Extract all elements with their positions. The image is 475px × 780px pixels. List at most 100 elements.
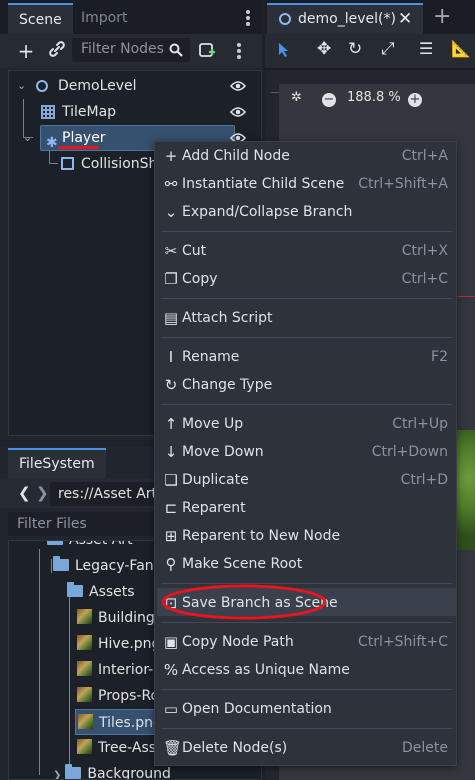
menu-separator [161, 689, 452, 690]
menu-item-shortcut: Ctrl+Shift+A [358, 176, 448, 192]
forward-icon[interactable]: ❯ [36, 484, 49, 502]
menu-item-access-as-unique-name[interactable]: % Access as Unique Name [155, 656, 458, 684]
filter-nodes-input[interactable]: Filter Nodes [72, 38, 190, 62]
tree-item-demolevel[interactable]: ⌄ DemoLevel [17, 73, 257, 99]
close-icon[interactable]: ✕ [398, 8, 412, 30]
add-tab-icon[interactable]: + [433, 4, 451, 29]
refresh-icon: ↻ [164, 376, 178, 394]
menu-item-label: Change Type [182, 377, 273, 393]
menu-item-copy-node-path[interactable]: ▣ Copy Node Path Ctrl+Shift+C [155, 628, 458, 656]
tree-item-label: TileMap [62, 104, 117, 120]
menu-item-label: Move Down [182, 444, 264, 460]
menu-item-move-up[interactable]: ↑ Move Up Ctrl+Up [155, 410, 458, 438]
menu-item-open-documentation[interactable]: ▭ Open Documentation [155, 695, 458, 723]
node2d-icon [36, 80, 48, 92]
search-icon [169, 43, 183, 57]
zoom-level[interactable]: 188.8 % [347, 90, 401, 105]
menu-item-delete-node-s[interactable]: 🗑 Delete Node(s) Delete [155, 734, 458, 762]
menu-item-label: Rename [182, 349, 240, 365]
doc-icon: ▭ [163, 700, 179, 718]
fs-folder-item[interactable]: Legacy-Fant [53, 553, 159, 579]
menu-item-attach-script[interactable]: ▤ Attach Script [155, 304, 458, 332]
tab-filesystem[interactable]: FileSystem [8, 448, 106, 478]
fs-file-item[interactable]: Tree-Ass [77, 735, 156, 761]
menu-item-label: Open Documentation [182, 701, 332, 717]
fs-file-item[interactable]: Hive.png [77, 631, 160, 657]
rotate-tool-icon[interactable]: ↻ [348, 39, 362, 59]
menu-item-change-type[interactable]: ↻ Change Type [155, 371, 458, 399]
fs-item-label: Assets [89, 584, 135, 600]
menu-item-label: Attach Script [182, 310, 273, 326]
chevron-down-icon[interactable]: ⌄ [17, 73, 26, 99]
menu-item-label: Cut [182, 243, 207, 259]
menu-item-shortcut: Ctrl+A [401, 148, 448, 164]
fs-item-label: Props-Ro [98, 688, 160, 704]
visibility-eye-icon[interactable] [230, 80, 246, 92]
dock-menu-icon[interactable] [246, 10, 250, 26]
fs-file-item[interactable]: Interior-C [77, 657, 163, 683]
list-tool-icon[interactable]: ☰ [419, 39, 433, 58]
image-file-icon [78, 714, 93, 729]
menu-item-add-child-node[interactable]: + Add Child Node Ctrl+A [155, 142, 458, 170]
menu-item-expand-collapse-branch[interactable]: ⌄ Expand/Collapse Branch [155, 198, 458, 226]
tab-demo-level[interactable]: demo_level(*) ✕ [267, 3, 423, 34]
menu-item-rename[interactable]: I Rename F2 [155, 343, 458, 371]
image-file-icon [77, 635, 92, 650]
chevron-right-icon[interactable]: ❯ [53, 770, 61, 779]
tab-import[interactable]: Import [70, 3, 138, 34]
menu-item-shortcut: Ctrl+X [401, 243, 448, 259]
menu-item-copy[interactable]: ❐ Copy Ctrl+C [155, 265, 458, 293]
menu-separator [161, 337, 452, 338]
menu-separator [161, 728, 452, 729]
add-node-icon[interactable]: + [15, 40, 37, 62]
foliage-graphic [457, 430, 475, 550]
chevron-down-icon[interactable]: ⌄ [23, 125, 32, 151]
fs-folder-item[interactable]: Assets [67, 579, 135, 605]
menu-item-label: Reparent to New Node [182, 528, 341, 544]
tree-item-tilemap[interactable]: TileMap [17, 99, 257, 125]
image-file-icon [77, 609, 92, 624]
select-tool-icon[interactable] [277, 42, 291, 58]
arrow-down-icon: ↓ [164, 443, 178, 461]
reparent-icon: ⊏ [164, 499, 178, 517]
instance-scene-icon[interactable] [196, 40, 218, 62]
menu-item-shortcut: Ctrl+C [401, 271, 448, 287]
menu-item-reparent-to-new-node[interactable]: ⊞ Reparent to New Node [155, 522, 458, 550]
scene-menu-icon[interactable] [237, 43, 241, 59]
menu-item-label: Reparent [182, 500, 246, 516]
script-add-icon: ▤ [163, 309, 179, 327]
rename-icon: I [168, 348, 174, 366]
menu-item-label: Instantiate Child Scene [182, 176, 345, 192]
godot-editor: Scene Import + Filter Nodes ⌄ DemoLevel … [0, 0, 475, 780]
menu-item-move-down[interactable]: ↓ Move Down Ctrl+Down [155, 438, 458, 466]
link-icon[interactable] [46, 40, 68, 62]
scene-dock-tabbar: Scene Import [0, 0, 262, 34]
menu-item-reparent[interactable]: ⊏ Reparent [155, 494, 458, 522]
tab-scene[interactable]: Scene [8, 3, 73, 34]
menu-item-label: Delete Node(s) [182, 740, 288, 756]
menu-item-cut[interactable]: ✂ Cut Ctrl+X [155, 237, 458, 265]
fs-file-item[interactable]: Buildings [77, 605, 162, 631]
ruler-tool-icon[interactable]: 📐 [451, 39, 471, 58]
menu-item-make-scene-root[interactable]: ⚲ Make Scene Root [155, 550, 458, 578]
move-tool-icon[interactable]: ✥ [317, 39, 331, 59]
fs-folder-item[interactable]: Asset Art [47, 541, 133, 553]
image-file-icon [77, 687, 92, 702]
menu-item-duplicate[interactable]: ❏ Duplicate Ctrl+D [155, 466, 458, 494]
reparent-new-icon: ⊞ [164, 527, 178, 545]
center-view-icon[interactable]: ✲ [291, 90, 302, 105]
zoom-out-icon[interactable]: − [322, 93, 336, 107]
scissors-icon: ✂ [164, 242, 178, 260]
zoom-in-icon[interactable]: + [408, 93, 422, 107]
fs-item-label: Tree-Ass [98, 740, 157, 756]
fs-file-item[interactable]: Props-Ro [77, 683, 159, 709]
scale-tool-icon[interactable]: ⤢ [381, 39, 395, 59]
visibility-eye-icon[interactable] [230, 106, 246, 118]
menu-item-instantiate-child-scene[interactable]: ⚯ Instantiate Child Scene Ctrl+Shift+A [155, 170, 458, 198]
fs-item-label: Buildings [98, 610, 163, 626]
image-file-icon [77, 661, 92, 676]
folder-icon [65, 764, 82, 779]
back-icon[interactable]: ❮ [18, 484, 31, 502]
fs-file-item-selected[interactable]: Tiles.png [75, 709, 165, 735]
menu-item-shortcut: Delete [402, 740, 448, 756]
